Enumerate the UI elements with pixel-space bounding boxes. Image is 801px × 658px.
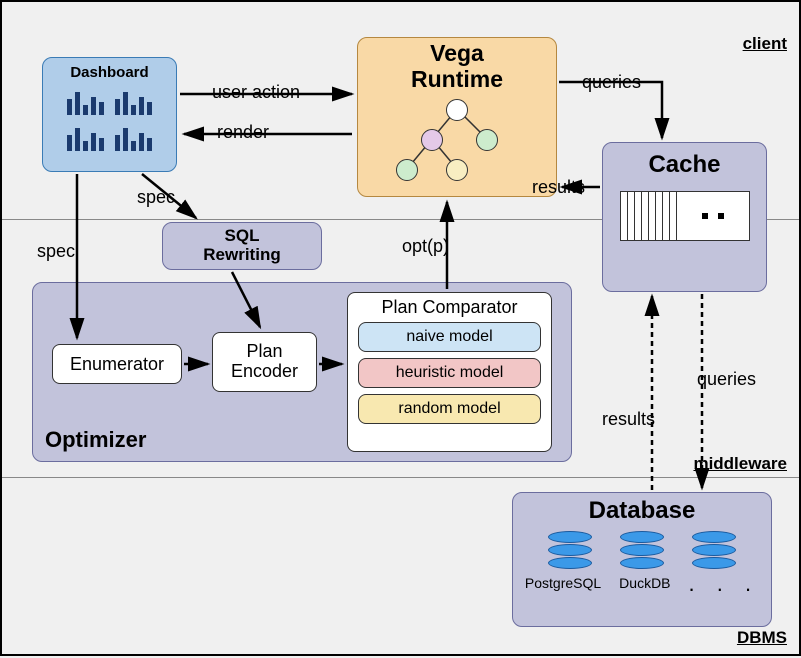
plan-encoder-box: Plan Encoder — [212, 332, 317, 392]
database-cylinder-icon — [620, 531, 664, 569]
cache-storage-icon — [620, 191, 750, 241]
mini-chart-icon — [65, 87, 107, 117]
edge-render: render — [217, 122, 269, 143]
edge-results-top: results — [532, 177, 585, 198]
database-title: Database — [589, 497, 696, 525]
more-engines-label: . . . — [689, 578, 760, 589]
plan-comparator-box: Plan Comparator naive model heuristic mo… — [347, 292, 552, 452]
layer-label-middleware: middleware — [693, 454, 787, 474]
postgresql-label: PostgreSQL — [525, 575, 601, 591]
edge-opt-p: opt(p) — [402, 236, 449, 257]
edge-spec-right: spec — [137, 187, 175, 208]
dashboard-title: Dashboard — [70, 64, 148, 81]
sql-rewriting-box: SQL Rewriting — [162, 222, 322, 270]
architecture-diagram: client middleware DBMS Dashboard Vega Ru… — [0, 0, 801, 656]
layer-label-dbms: DBMS — [737, 628, 787, 648]
mini-chart-icon — [65, 123, 107, 153]
vega-runtime-box: Vega Runtime — [357, 37, 557, 197]
layer-label-client: client — [743, 34, 787, 54]
database-icons — [548, 531, 736, 569]
database-cylinder-icon — [548, 531, 592, 569]
edge-queries-bottom: queries — [697, 369, 756, 390]
comparator-title: Plan Comparator — [358, 297, 541, 318]
dashboard-charts — [55, 85, 165, 155]
cache-box: Cache — [602, 142, 767, 292]
vega-title: Vega Runtime — [411, 40, 503, 93]
mini-chart-icon — [113, 87, 155, 117]
dashboard-box: Dashboard — [42, 57, 177, 172]
enumerator-box: Enumerator — [52, 344, 182, 384]
edge-spec-left: spec — [37, 241, 75, 262]
cache-title: Cache — [648, 151, 720, 179]
edge-user-action: user action — [212, 82, 300, 103]
database-engine-labels: PostgreSQL DuckDB . . . — [525, 575, 759, 591]
random-model: random model — [358, 394, 541, 424]
heuristic-model: heuristic model — [358, 358, 541, 388]
tree-icon — [392, 97, 522, 177]
edge-results-bottom: results — [602, 409, 655, 430]
edge-queries-top: queries — [582, 72, 641, 93]
database-box: Database PostgreSQL DuckDB . . . — [512, 492, 772, 627]
mini-chart-icon — [113, 123, 155, 153]
duckdb-label: DuckDB — [619, 575, 670, 591]
optimizer-title: Optimizer — [45, 427, 146, 453]
naive-model: naive model — [358, 322, 541, 352]
database-cylinder-icon — [692, 531, 736, 569]
